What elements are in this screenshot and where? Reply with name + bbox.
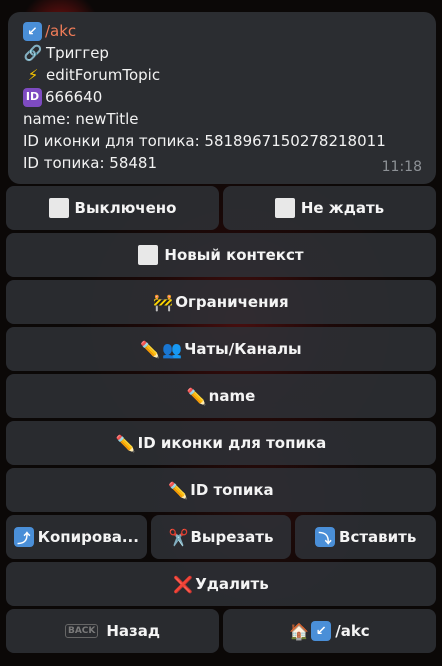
keyboard-row: ❌ Удалить: [6, 562, 436, 606]
message-time: 11:18: [381, 159, 422, 175]
keyboard-row: ✏️ 👥 Чаты/Каналы: [6, 327, 436, 371]
keyboard-row: ✏️ ID топика: [6, 468, 436, 512]
message-bubble: ↙ /akc 🔗 Триггер ⚡ editForumTopic ID 666…: [8, 12, 436, 184]
copy-label: Копирова...: [37, 528, 139, 546]
keyboard-row: ✏️ name: [6, 374, 436, 418]
home-label: /akc: [335, 622, 370, 640]
limits-button[interactable]: 🚧 Ограничения: [6, 280, 436, 324]
pencil-icon: ✏️: [115, 433, 136, 453]
people-icon: 👥: [162, 339, 183, 359]
name-line: name: newTitle: [23, 110, 139, 128]
paste-label: Вставить: [339, 528, 417, 546]
topic-id-label: ID топика: [190, 481, 274, 499]
event-text: editForumTopic: [46, 66, 161, 84]
copy-button[interactable]: ⤴ Копирова...: [6, 515, 147, 559]
limits-label: Ограничения: [175, 293, 289, 311]
back-label: Назад: [106, 622, 161, 640]
keyboard-row: Новый контекст: [6, 233, 436, 277]
command-link[interactable]: /akc: [45, 20, 76, 42]
house-icon: 🏠: [289, 621, 310, 641]
keyboard-row: Выключено Не ждать: [6, 186, 436, 230]
keyboard-row: BACK Назад 🏠 ↙ /akc: [6, 609, 436, 653]
trigger-text: Триггер: [46, 44, 109, 62]
checkbox-icon: [48, 198, 69, 218]
disabled-label: Выключено: [74, 199, 177, 217]
cut-label: Вырезать: [190, 528, 274, 546]
event-line: ⚡ editForumTopic: [23, 64, 421, 86]
id-value: 666640: [45, 88, 103, 106]
chats-label: Чаты/Каналы: [184, 340, 302, 358]
arrow-up-right-icon: ⤴: [13, 527, 34, 547]
keyboard-row: 🚧 Ограничения: [6, 280, 436, 324]
name-button[interactable]: ✏️ name: [6, 374, 436, 418]
no-wait-label: Не ждать: [300, 199, 385, 217]
icon-id-label: ID иконки для топика: [137, 434, 327, 452]
arrow-down-right-icon: ⤵: [315, 527, 336, 547]
back-button[interactable]: BACK Назад: [6, 609, 219, 653]
back-arrow-icon: BACK: [64, 624, 99, 638]
no-wait-button[interactable]: Не ждать: [223, 186, 436, 230]
icon-id-line: ID иконки для топика: 581896715027821801…: [23, 132, 386, 150]
pencil-icon: ✏️: [168, 480, 189, 500]
command-line: ↙ /akc: [23, 20, 421, 42]
keyboard-row: ✏️ ID иконки для топика: [6, 421, 436, 465]
arrow-down-left-icon: ↙: [23, 21, 42, 41]
chats-button[interactable]: ✏️ 👥 Чаты/Каналы: [6, 327, 436, 371]
disabled-button[interactable]: Выключено: [6, 186, 219, 230]
scissors-icon: ✂️: [168, 527, 189, 547]
delete-label: Удалить: [195, 575, 269, 593]
cross-mark-icon: ❌: [173, 574, 194, 594]
construction-icon: 🚧: [153, 292, 174, 312]
icon-id-button[interactable]: ✏️ ID иконки для топика: [6, 421, 436, 465]
pencil-icon: ✏️: [140, 339, 161, 359]
topic-id-button[interactable]: ✏️ ID топика: [6, 468, 436, 512]
link-icon: 🔗: [23, 44, 43, 62]
id-line: ID 666640: [23, 86, 421, 108]
name-label: name: [208, 387, 256, 405]
lightning-icon: ⚡: [27, 66, 39, 84]
home-button[interactable]: 🏠 ↙ /akc: [223, 609, 436, 653]
new-context-button[interactable]: Новый контекст: [6, 233, 436, 277]
delete-button[interactable]: ❌ Удалить: [6, 562, 436, 606]
new-context-label: Новый контекст: [164, 246, 304, 264]
checkbox-icon: [274, 198, 295, 218]
topic-id-line: ID топика: 58481: [23, 154, 158, 172]
id-badge-icon: ID: [23, 87, 42, 107]
checkbox-icon: [138, 245, 159, 265]
trigger-line: 🔗 Триггер: [23, 42, 421, 64]
paste-button[interactable]: ⤵ Вставить: [295, 515, 437, 559]
cut-button[interactable]: ✂️ Вырезать: [150, 515, 292, 559]
pencil-icon: ✏️: [186, 386, 207, 406]
arrow-down-left-icon: ↙: [311, 621, 332, 641]
keyboard-row: ⤴ Копирова... ✂️ Вырезать ⤵ Вставить: [6, 515, 437, 559]
